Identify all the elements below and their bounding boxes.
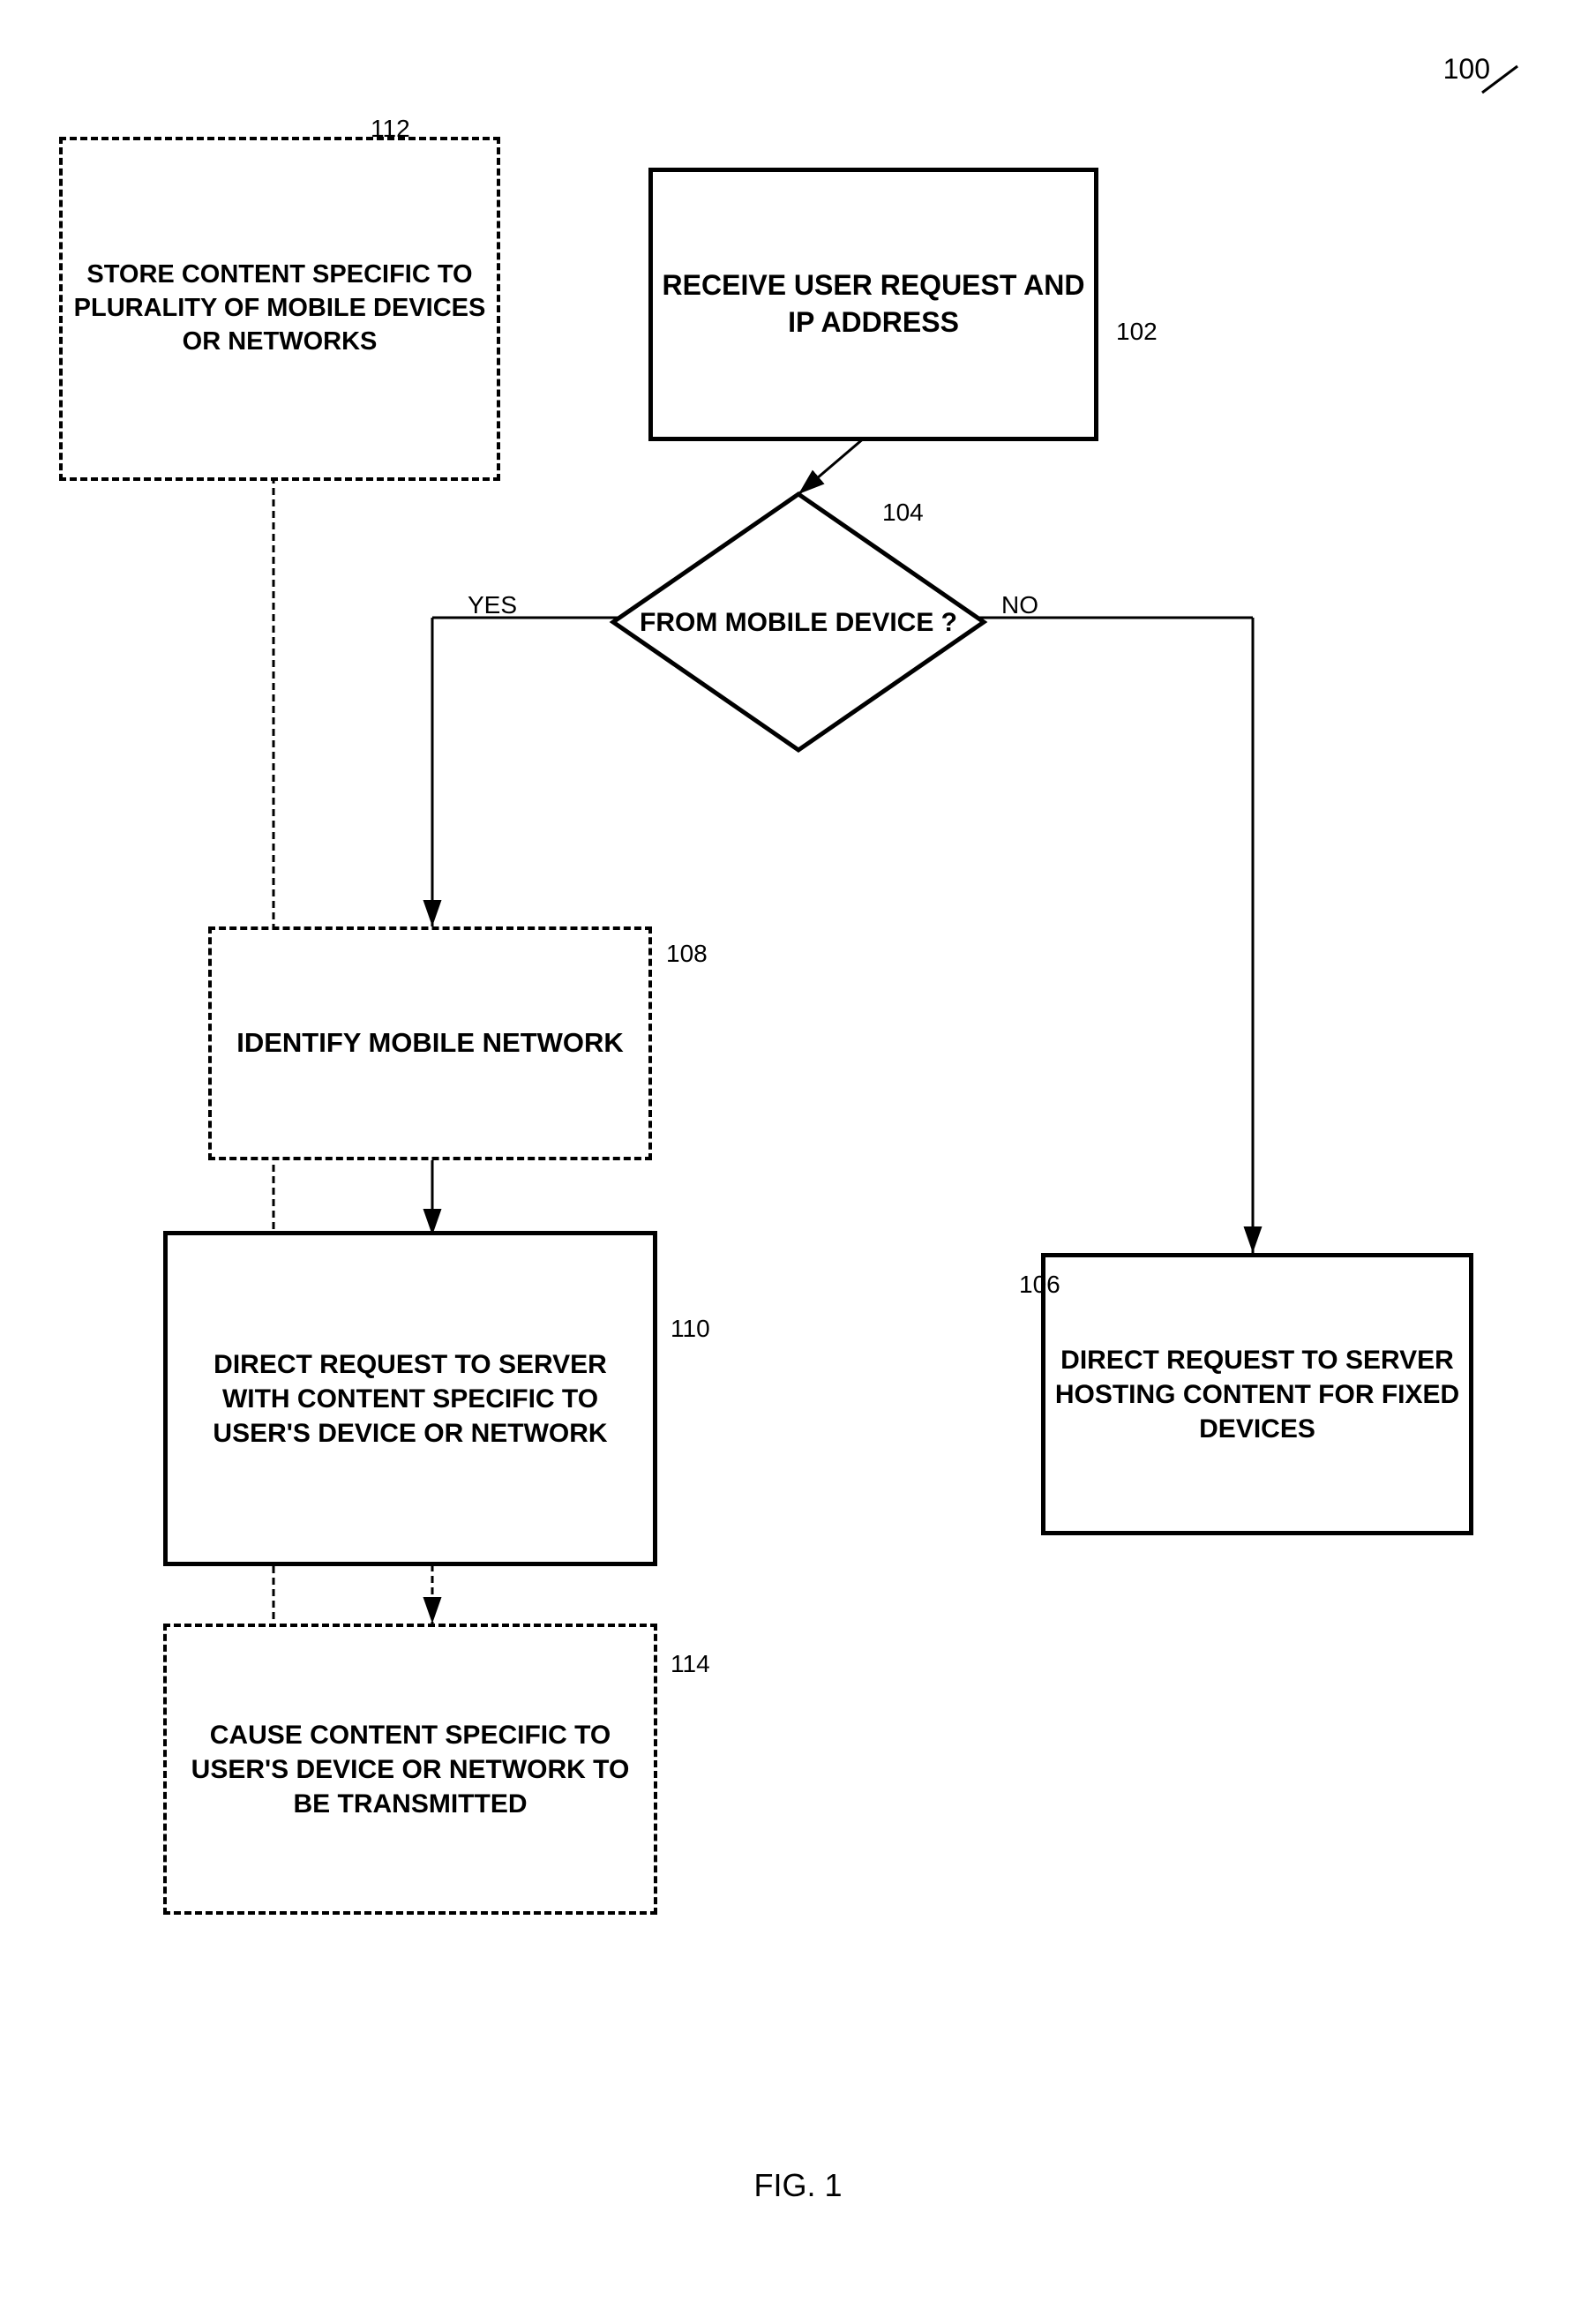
ref-106: 106 — [1019, 1271, 1060, 1299]
cause-content-box: CAUSE CONTENT SPECIFIC TO USER'S DEVICE … — [163, 1624, 657, 1915]
direct-request-fixed-box: DIRECT REQUEST TO SERVER HOSTING CONTENT… — [1041, 1253, 1473, 1535]
ref-100: 100 — [1443, 53, 1490, 86]
diagram-container: 100 STORE CONTENT SPECIFIC TO PLURALITY … — [0, 0, 1596, 2310]
diamond-label: FROM MOBILE DEVICE ? — [640, 605, 957, 640]
ref-102: 102 — [1116, 318, 1158, 346]
store-content-box: STORE CONTENT SPECIFIC TO PLURALITY OF M… — [59, 137, 500, 481]
yes-label: YES — [468, 591, 517, 619]
direct-request-mobile-box: DIRECT REQUEST TO SERVER WITH CONTENT SP… — [163, 1231, 657, 1566]
figure-label: FIG. 1 — [753, 2167, 842, 2204]
no-label: NO — [1001, 591, 1038, 619]
ref-104: 104 — [882, 499, 924, 527]
ref-114: 114 — [671, 1650, 710, 1678]
receive-request-box: RECEIVE USER REQUEST AND IP ADDRESS — [648, 168, 1098, 441]
ref-110: 110 — [671, 1315, 710, 1343]
diamond-from-mobile: FROM MOBILE DEVICE ? — [609, 490, 988, 754]
identify-network-box: IDENTIFY MOBILE NETWORK — [208, 926, 652, 1160]
ref-112: 112 — [371, 115, 410, 143]
ref-108: 108 — [666, 940, 708, 968]
